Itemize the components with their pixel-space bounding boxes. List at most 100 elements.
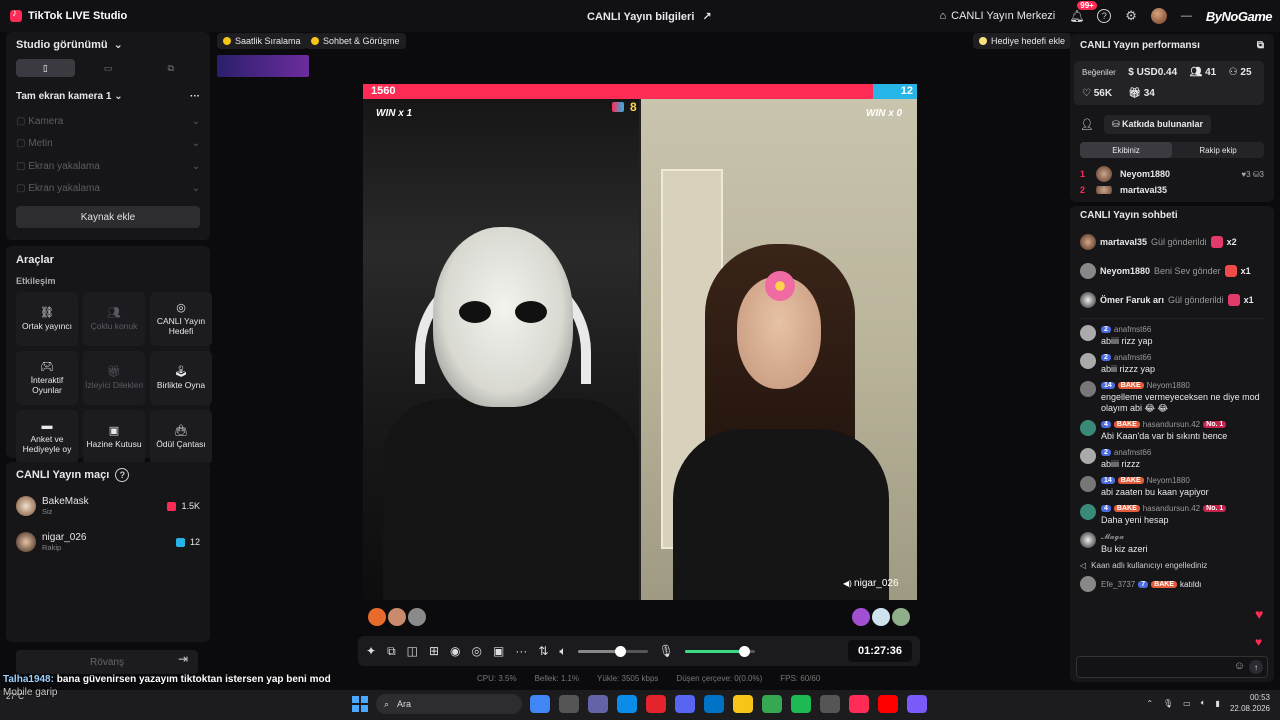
tab-our-team[interactable]: Ekibiniz — [1080, 142, 1172, 158]
co-host-tool[interactable]: ⛓ Ortak yayıncı — [16, 292, 78, 346]
live-goal-tool[interactable]: ◎ CANLI Yayın Hedefi — [150, 292, 212, 346]
chat-message[interactable]: 2 anafmst66 abiii rizzz yap — [1080, 353, 1264, 375]
display-icon[interactable]: ▭ — [1183, 699, 1191, 708]
avatar[interactable] — [892, 608, 910, 626]
windows-start-icon[interactable] — [352, 696, 368, 712]
minimize-icon[interactable]: — — [1181, 10, 1192, 22]
gifts-stat[interactable]: 🎁︎ 34 — [1128, 88, 1181, 99]
folder-icon[interactable] — [733, 695, 753, 713]
edge-icon[interactable] — [617, 695, 637, 713]
viewers-stat[interactable]: 👥︎ 41 — [1190, 67, 1221, 78]
mic-knob[interactable] — [739, 645, 751, 657]
camera-settings-icon[interactable]: ◫ — [407, 644, 418, 658]
chat-message[interactable]: 2 anafmst66 abiiii rizzz — [1080, 448, 1264, 470]
youtube-icon[interactable] — [878, 695, 898, 713]
app-icon[interactable] — [791, 695, 811, 713]
help-icon[interactable]: ? — [115, 468, 130, 482]
discord-icon[interactable] — [675, 695, 695, 713]
opera-icon[interactable] — [646, 695, 666, 713]
emoji-icon[interactable]: ☺ — [1234, 660, 1245, 672]
rank-row[interactable]: 2 martaval35 — [1080, 186, 1264, 194]
contributors-button[interactable]: ⛁ Katkıda bulunanlar — [1103, 115, 1212, 134]
stream-info-button[interactable]: CANLI Yayın bilgileri ↗ — [587, 10, 712, 24]
more-options-icon[interactable]: ··· — [190, 91, 200, 102]
mail-icon[interactable] — [704, 695, 724, 713]
chrome-profile-icon[interactable] — [762, 695, 782, 713]
interactive-games-tool[interactable]: 🎮︎ İnteraktif Oyunlar — [16, 351, 78, 405]
live-center-button[interactable]: ⌂ CANLI Yayın Merkezi — [939, 10, 1055, 22]
user-add-icon[interactable]: 👤︎ — [1080, 118, 1094, 131]
chrome-icon[interactable] — [530, 695, 550, 713]
scene-selector[interactable]: Tam ekran kamera 1 ⌄ — [16, 91, 123, 102]
treasure-box-tool[interactable]: ▣ Hazine Kutusu — [83, 410, 145, 464]
add-icon[interactable]: ⊞ — [429, 644, 439, 658]
source-item[interactable]: Metin ⌄ — [16, 133, 200, 156]
popout-icon[interactable]: ⧉ — [1257, 40, 1264, 51]
likes-stat[interactable]: ♡ 56K — [1082, 88, 1120, 99]
chat-message[interactable]: 14 BAKE Neyom1880 abi zaaten bu kaan yapiy… — [1080, 476, 1264, 498]
multi-guest-tool[interactable]: 👥︎ Çoklu konuk — [83, 292, 145, 346]
chat-message[interactable]: 14 BAKE Neyom1880 engelleme vermeyeceksen … — [1080, 381, 1264, 414]
event-banner[interactable] — [217, 55, 309, 77]
add-source-button[interactable]: Kaynak ekle — [16, 206, 200, 228]
reward-bag-tool[interactable]: 👜︎ Ödül Çantası — [150, 410, 212, 464]
volume-slider[interactable] — [577, 645, 648, 657]
help-icon[interactable]: ? — [1097, 9, 1112, 23]
send-icon[interactable]: ↑ — [1249, 660, 1263, 674]
poll-tool[interactable]: ▬ Anket ve Hediyeyle oy — [16, 410, 78, 464]
profile-avatar[interactable] — [1150, 8, 1167, 24]
battery-icon[interactable]: ▮ — [1216, 699, 1220, 708]
volume-icon[interactable]: 🔈︎ — [559, 644, 566, 659]
avatar[interactable] — [852, 608, 870, 626]
speaker-icon[interactable]: 🔈︎ — [1201, 698, 1206, 708]
record-icon[interactable]: ◉ — [450, 644, 460, 658]
join-message[interactable]: Efe_3737 7 BAKE katıldı — [1080, 576, 1264, 592]
rematch-button[interactable]: Rövanş — [16, 650, 198, 674]
avatar[interactable] — [388, 608, 406, 626]
store-icon[interactable] — [559, 695, 579, 713]
avatar[interactable] — [368, 608, 386, 626]
media-icon[interactable] — [907, 695, 927, 713]
source-item[interactable]: Ekran yakalama ⌄ — [16, 155, 200, 178]
chat-input[interactable]: ☺ ↑ — [1076, 656, 1268, 678]
more-icon[interactable]: ··· — [515, 644, 527, 658]
chat-message[interactable]: 4 BAKE hasandursun.42 No. 1 Abi Kaan'da var… — [1080, 420, 1264, 442]
avatar[interactable] — [408, 608, 426, 626]
exit-match-icon[interactable]: ⇥ — [178, 652, 196, 670]
viewer-wishes-tool[interactable]: 🎁︎ İzleyici Dilekleri — [83, 351, 145, 405]
volume-knob[interactable] — [614, 645, 626, 657]
tiktok-live-icon[interactable] — [849, 695, 869, 713]
source-item[interactable]: Ekran yakalama ⌄ — [16, 178, 200, 201]
chat-message[interactable]: 4 BAKE hasandursun.42 No. 1 Daha yeni hesap — [1080, 504, 1264, 526]
avatar[interactable] — [872, 608, 890, 626]
split-mode-button[interactable]: ⧉ — [141, 59, 200, 77]
settings-icon[interactable] — [820, 695, 840, 713]
portrait-mode-button[interactable]: ▯ — [16, 59, 75, 77]
settings-gear-icon[interactable]: ⚙ — [1125, 8, 1137, 24]
tab-rival-team[interactable]: Rakip ekip — [1172, 142, 1264, 158]
chat-message[interactable]: 𝓜𝓪𝓰𝓪 Bu kiz azeri — [1080, 532, 1264, 555]
play-together-tool[interactable]: 🕹︎ Birlikte Oyna — [150, 351, 212, 405]
adjust-icon[interactable]: ⇅ — [538, 644, 548, 658]
source-item[interactable]: Kamera ⌄ — [16, 110, 200, 133]
gift-goal-chip[interactable]: Hediye hedefi ekle — [973, 33, 1072, 49]
taskbar-search[interactable]: ⌕ Ara — [376, 694, 522, 714]
mic-slider[interactable] — [684, 645, 755, 657]
rank-row[interactable]: 1 Neyom1880 ♥3 ⛁3 — [1080, 166, 1264, 182]
layout-icon[interactable]: ⧉ — [387, 644, 396, 659]
studio-view-dropdown[interactable]: Studio görünümü ⌄ — [16, 38, 200, 52]
microphone-icon[interactable]: 🎙︎ — [659, 644, 674, 658]
hourly-ranking-chip[interactable]: Saatlik Sıralama — [217, 33, 307, 49]
members-stat[interactable]: ⚇ 25 — [1229, 67, 1256, 78]
microphone-icon[interactable]: 🎙︎ — [1163, 699, 1173, 708]
clock[interactable]: 00:53 22.08.2026 — [1230, 692, 1270, 714]
effects-wand-icon[interactable]: ✦ — [366, 644, 376, 658]
notifications-bell-icon[interactable]: 🔔︎ 99+ — [1069, 1, 1097, 23]
video-icon[interactable]: ▣ — [493, 644, 504, 658]
usd-stat[interactable]: $ USD0.44 — [1128, 67, 1181, 78]
landscape-mode-button[interactable]: ▭ — [79, 59, 138, 77]
chat-message[interactable]: 2 anafmst66 abiiii rizz yap — [1080, 325, 1264, 347]
teams-icon[interactable] — [588, 695, 608, 713]
chat-call-chip[interactable]: Sohbet & Görüşme — [305, 33, 406, 49]
focus-icon[interactable]: ◎ — [472, 644, 482, 658]
